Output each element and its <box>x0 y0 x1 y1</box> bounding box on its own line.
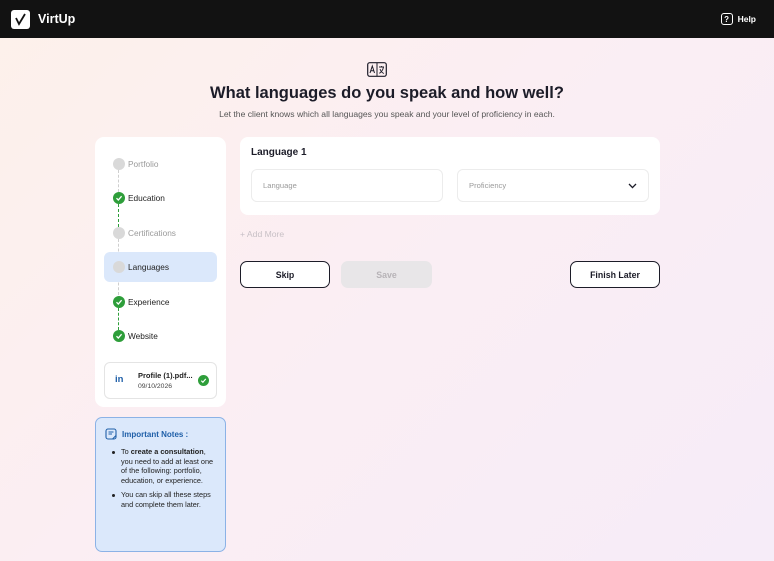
pending-dot-icon <box>113 261 125 273</box>
step-languages[interactable]: Languages <box>104 252 217 282</box>
proficiency-placeholder: Proficiency <box>469 181 507 190</box>
finish-later-button[interactable]: Finish Later <box>570 261 660 288</box>
file-name: Profile (1).pdf... <box>138 371 193 380</box>
top-bar: VirtUp ? Help <box>0 0 774 38</box>
logo-icon <box>11 9 30 29</box>
linkedin-icon: in <box>115 374 124 385</box>
note-emphasis: create a consultation <box>130 447 204 456</box>
step-website[interactable]: Website <box>104 321 217 351</box>
step-label: Experience <box>128 297 170 307</box>
notes-list: To create a consultation, you need to ad… <box>105 447 216 509</box>
chevron-down-icon <box>628 183 637 189</box>
step-label: Certifications <box>128 228 176 238</box>
check-circle-icon <box>113 296 125 308</box>
pending-dot-icon <box>113 158 125 170</box>
page-subtitle: Let the client knows which all languages… <box>219 109 555 119</box>
brand-name: VirtUp <box>38 12 76 26</box>
step-certifications[interactable]: Certifications <box>104 218 217 248</box>
pending-dot-icon <box>113 227 125 239</box>
language-card: Language 1 Proficiency <box>240 137 660 215</box>
save-button[interactable]: Save <box>341 261 432 288</box>
file-date: 09/10/2026 <box>138 383 173 390</box>
step-education[interactable]: Education <box>104 183 217 213</box>
help-button[interactable]: ? Help <box>720 13 756 25</box>
step-label: Languages <box>128 262 170 272</box>
skip-button[interactable]: Skip <box>240 261 330 288</box>
help-label: Help <box>737 14 756 24</box>
notes-title: Important Notes : <box>122 429 189 439</box>
note-text: To <box>121 447 131 456</box>
proficiency-select[interactable]: Proficiency <box>457 169 649 202</box>
important-notes: Important Notes : To create a consultati… <box>95 417 226 552</box>
add-more-link[interactable]: + Add More <box>240 229 284 239</box>
note-icon <box>105 428 117 440</box>
note-item: You can skip all these steps and complet… <box>112 490 216 509</box>
check-circle-icon <box>113 192 125 204</box>
step-portfolio[interactable]: Portfolio <box>104 149 217 179</box>
language-card-title: Language 1 <box>251 147 307 158</box>
page-title: What languages do you speak and how well… <box>210 84 564 102</box>
check-circle-icon <box>198 375 209 386</box>
step-label: Portfolio <box>128 159 159 169</box>
brand[interactable]: VirtUp <box>11 9 76 29</box>
notes-header: Important Notes : <box>105 428 216 440</box>
note-item: To create a consultation, you need to ad… <box>112 447 216 485</box>
step-experience[interactable]: Experience <box>104 287 217 317</box>
step-label: Website <box>128 331 158 341</box>
check-circle-icon <box>113 330 125 342</box>
uploaded-file-card[interactable]: in Profile (1).pdf... 09/10/2026 <box>104 362 217 399</box>
step-label: Education <box>128 193 165 203</box>
help-icon: ? <box>720 13 733 25</box>
language-input[interactable] <box>251 169 443 202</box>
translate-icon <box>367 62 387 77</box>
